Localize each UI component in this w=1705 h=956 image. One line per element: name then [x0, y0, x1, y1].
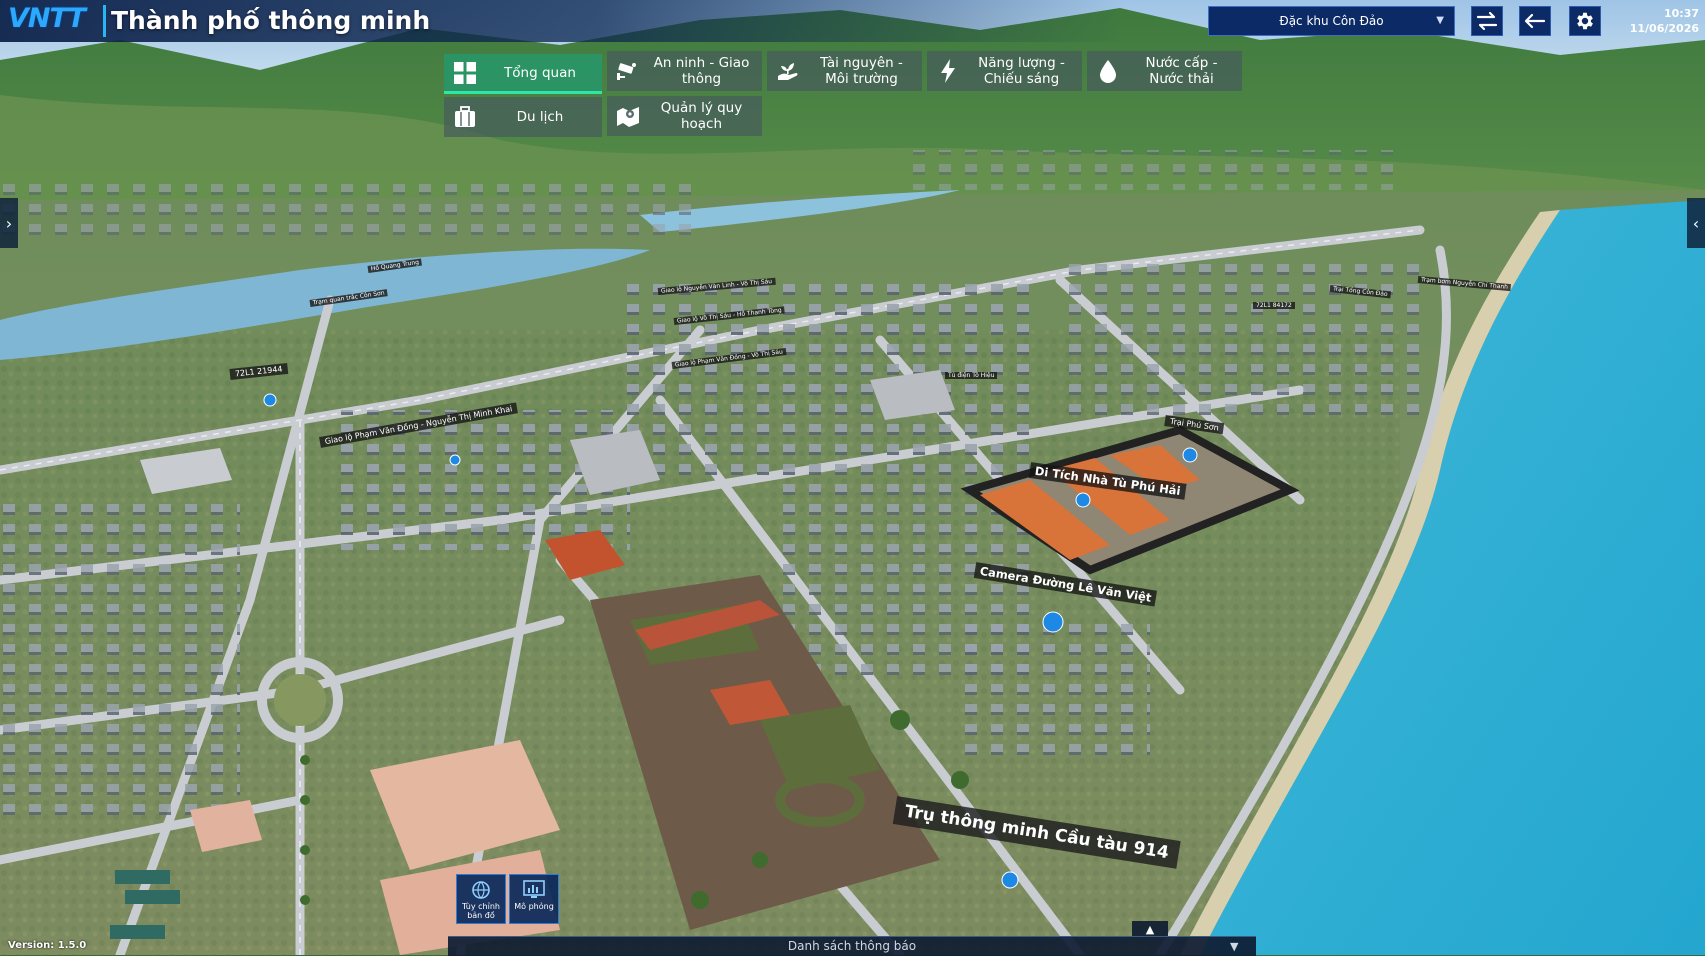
left-panel-toggle[interactable]: ›: [0, 198, 18, 248]
menu-label: Du lịch: [516, 109, 564, 125]
menu-label: Quản lý quy hoạch: [660, 100, 743, 132]
version-label: Version: 1.5.0: [8, 940, 87, 951]
menu-label: Tài nguyên - Môi trường: [820, 55, 903, 87]
menu-label: An ninh - Giao thông: [653, 55, 750, 87]
menu-label: Nước cấp - Nước thải: [1145, 55, 1218, 87]
map-pin-icon: [607, 105, 649, 127]
customize-map-button[interactable]: Tùy chỉnh bản đồ: [456, 874, 506, 924]
water-drop-icon: [1087, 59, 1129, 83]
swap-arrows-icon: [1476, 11, 1498, 31]
globe-map-icon: [472, 881, 490, 899]
menu-nuoc-cap-nuoc-thai[interactable]: Nước cấp - Nước thải: [1087, 51, 1242, 91]
vntt-logo: VNTT: [8, 3, 86, 34]
monitor-chart-icon: [523, 880, 545, 898]
region-select[interactable]: Đặc khu Côn Đảo ▼: [1208, 6, 1455, 36]
customize-map-label: Tùy chỉnh bản đồ: [462, 902, 500, 920]
gear-icon: [1577, 12, 1593, 30]
settings-button[interactable]: [1569, 6, 1601, 36]
chevron-down-icon: ▼: [1436, 15, 1444, 26]
back-button[interactable]: [1519, 6, 1551, 36]
menu-label: Tổng quan: [504, 64, 576, 81]
notification-title: Danh sách thông báo: [787, 939, 917, 953]
menu-du-lich[interactable]: Du lịch: [444, 97, 602, 137]
hand-plant-icon: [767, 60, 809, 82]
page-title: Thành phố thông minh: [111, 6, 431, 35]
chevron-up-icon: ▲: [1145, 922, 1155, 936]
lightning-icon: [927, 59, 969, 83]
chevron-right-icon: ›: [5, 213, 13, 233]
clock-date: 11/06/2026: [1629, 22, 1699, 35]
chevron-left-icon: ‹: [1692, 213, 1700, 233]
menu-label: Năng lượng - Chiếu sáng: [978, 55, 1065, 87]
clock: 10:37 11/06/2026: [1630, 6, 1699, 36]
filter-icon[interactable]: ▼: [1230, 940, 1238, 953]
map-label-plate-2[interactable]: 72L1 84172: [1253, 302, 1295, 309]
app-header: VNTT Thành phố thông minh Đặc khu Côn Đả…: [0, 0, 1705, 42]
cctv-camera-icon: [607, 61, 649, 81]
menu-quan-ly-quy-hoach[interactable]: Quản lý quy hoạch: [607, 96, 762, 136]
region-select-value: Đặc khu Côn Đảo: [1279, 14, 1384, 28]
swap-button[interactable]: [1471, 6, 1503, 36]
clock-time: 10:37: [1663, 7, 1699, 20]
back-arrow-icon: [1524, 13, 1546, 29]
menu-nang-luong-chieu-sang[interactable]: Năng lượng - Chiếu sáng: [927, 51, 1082, 91]
grid-icon: [444, 61, 486, 84]
right-panel-toggle[interactable]: ‹: [1687, 198, 1705, 248]
simulate-label: Mô phỏng: [514, 902, 554, 911]
notification-bar[interactable]: Danh sách thông báo: [448, 936, 1256, 956]
menu-tai-nguyen-moi-truong[interactable]: Tài nguyên - Môi trường: [767, 51, 922, 91]
menu-an-ninh-giao-thong[interactable]: An ninh - Giao thông: [607, 51, 762, 91]
luggage-icon: [444, 106, 486, 128]
map-label-to-dien[interactable]: Tủ điện Tô Hiệu: [945, 372, 998, 379]
title-separator: [103, 5, 106, 37]
map-3d-scene[interactable]: [0, 0, 1705, 955]
simulate-button[interactable]: Mô phỏng: [509, 874, 559, 924]
notification-expand-button[interactable]: ▲: [1132, 921, 1168, 937]
menu-tong-quan[interactable]: Tổng quan: [444, 54, 602, 94]
